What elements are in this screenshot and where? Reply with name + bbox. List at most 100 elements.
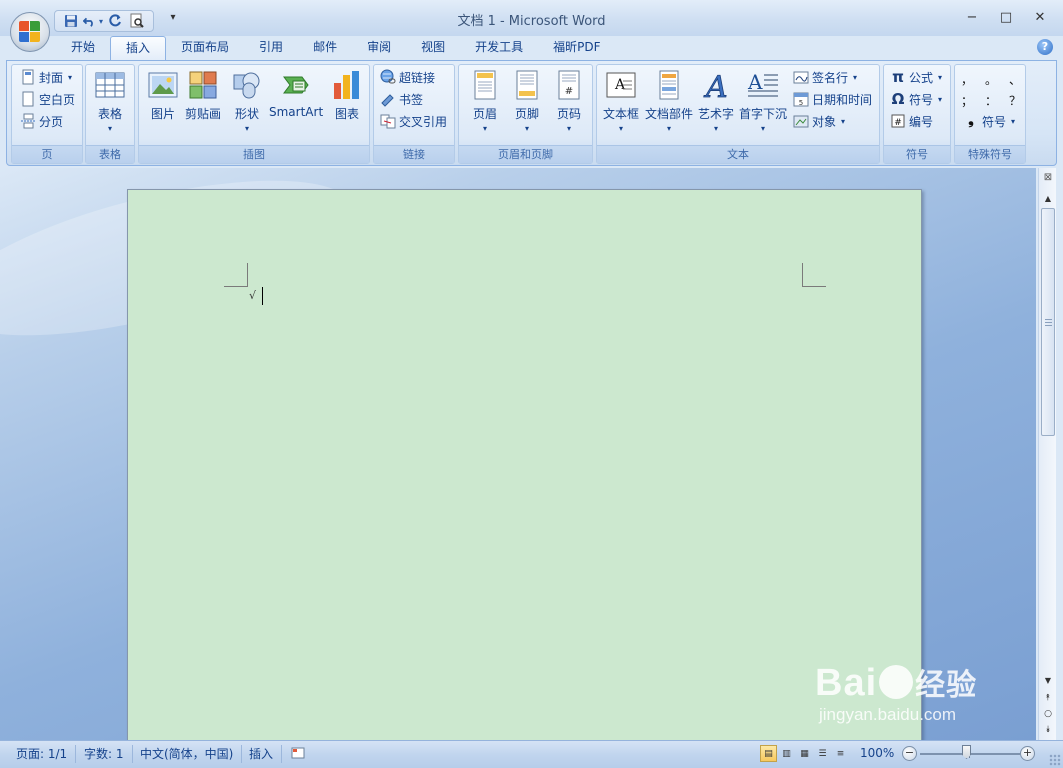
page-break-icon [20, 113, 36, 129]
tab-review[interactable]: 审阅 [352, 36, 406, 60]
office-logo-icon [19, 21, 41, 43]
wordart-button[interactable]: A 艺术字 ▾ [698, 69, 734, 134]
status-language[interactable]: 中文(简体，中国) [132, 745, 243, 763]
special-semicolon-button[interactable]: ； [961, 92, 973, 109]
group-pages: 封面 ▾ 空白页 分页 页 [11, 64, 83, 164]
signature-line-button[interactable]: 签名行 ▾ [793, 67, 857, 87]
textbox-label: 文本框 [603, 107, 640, 121]
web-layout-view-icon[interactable]: ▦ [796, 745, 813, 762]
view-ruler-icon[interactable]: ⊠ [1040, 172, 1056, 190]
numbering-button[interactable]: # 编号 [890, 111, 933, 131]
textbox-button[interactable]: A 文本框 ▾ [603, 69, 639, 134]
drop-cap-button[interactable]: A 首字下沉 ▾ [739, 69, 787, 134]
cross-reference-button[interactable]: 交叉引用 [380, 111, 447, 131]
symbol-label: 符号 [909, 92, 934, 107]
zoom-in-icon[interactable]: + [1020, 746, 1035, 761]
tab-foxit-pdf[interactable]: 福昕PDF [538, 36, 615, 60]
full-screen-reading-view-icon[interactable]: ▥ [778, 745, 795, 762]
print-layout-view-icon[interactable]: ▤ [760, 745, 777, 762]
page-number-button[interactable]: # 页码 ▾ [553, 69, 585, 134]
smartart-icon [280, 69, 312, 101]
cross-reference-icon [380, 113, 396, 129]
minimize-button[interactable]: − [955, 6, 989, 28]
select-browse-object-icon[interactable]: ○ [1040, 706, 1056, 722]
chart-icon [331, 69, 363, 101]
date-time-button[interactable]: 5 日期和时间 [793, 89, 872, 109]
document-page[interactable]: √ [127, 189, 922, 740]
office-button[interactable] [10, 12, 50, 52]
numbering-label: 编号 [909, 114, 934, 129]
group-links: 超链接 书签 交叉引用 链接 [373, 64, 455, 164]
special-colon-button[interactable]: ： [985, 92, 997, 109]
special-enum-comma-button[interactable]: 、 [1009, 71, 1021, 88]
bookmark-button[interactable]: 书签 [380, 89, 423, 109]
group-label-header-footer: 页眉和页脚 [459, 145, 592, 163]
scroll-thumb[interactable] [1041, 208, 1055, 436]
quick-parts-button[interactable]: 文档部件 ▾ [645, 69, 693, 134]
status-insert-mode[interactable]: 插入 [241, 745, 283, 763]
margin-corner-top-right [802, 263, 826, 287]
shapes-icon [231, 69, 263, 101]
group-text: A 文本框 ▾ 文档部件 ▾ A 艺术字 ▾ A 首字下沉 ▾ 签名行 ▾ 5 … [596, 64, 880, 164]
help-icon[interactable]: ? [1037, 39, 1053, 55]
special-period-button[interactable]: 。 [985, 71, 997, 88]
zoom-out-icon[interactable]: − [902, 746, 917, 761]
calendar-icon: 5 [793, 91, 809, 107]
equation-button[interactable]: π 公式 ▾ [890, 67, 942, 87]
draft-view-icon[interactable]: ≡ [832, 745, 849, 762]
tab-home[interactable]: 开始 [56, 36, 110, 60]
previous-page-icon[interactable]: ⯭ [1040, 690, 1056, 706]
signature-line-icon [793, 69, 809, 85]
close-button[interactable]: ✕ [1023, 6, 1057, 28]
tab-insert[interactable]: 插入 [110, 36, 167, 60]
chart-button[interactable]: 图表 [331, 69, 363, 122]
document-area: √ [0, 168, 1036, 740]
hyperlink-button[interactable]: 超链接 [380, 67, 435, 87]
picture-label: 图片 [150, 107, 175, 121]
clipart-button[interactable]: 剪贴画 [185, 69, 221, 122]
zoom-level[interactable]: 100% [860, 746, 894, 760]
numbering-icon: # [890, 113, 906, 129]
hyperlink-globe-icon [380, 69, 396, 85]
resize-grip-icon[interactable] [1049, 754, 1061, 766]
special-question-button[interactable]: ？ [1009, 92, 1021, 109]
page-number-label: 页码 [556, 107, 581, 121]
blank-page-icon [20, 91, 36, 107]
scroll-up-arrow-icon[interactable]: ▲ [1040, 192, 1056, 206]
shapes-button[interactable]: 形状 ▾ [231, 69, 263, 134]
macro-record-icon[interactable] [283, 745, 313, 763]
signature-line-label: 签名行 [812, 70, 849, 85]
table-button[interactable]: 表格 ▾ [94, 69, 126, 134]
cover-page-button[interactable]: 封面 ▾ [20, 67, 72, 87]
cover-page-icon [20, 69, 36, 85]
tab-mailings[interactable]: 邮件 [298, 36, 352, 60]
tab-references[interactable]: 引用 [244, 36, 298, 60]
tab-page-layout[interactable]: 页面布局 [166, 36, 244, 60]
header-button[interactable]: 页眉 ▾ [469, 69, 501, 134]
page-break-button[interactable]: 分页 [20, 111, 63, 131]
special-comma-button[interactable]: ， [961, 71, 973, 88]
status-word-count[interactable]: 字数: 1 [76, 745, 133, 763]
group-label-text: 文本 [597, 145, 879, 163]
tab-view[interactable]: 视图 [406, 36, 460, 60]
next-page-icon[interactable]: ⯯ [1040, 722, 1056, 738]
tab-developer[interactable]: 开发工具 [460, 36, 538, 60]
symbol-button[interactable]: Ω 符号 ▾ [890, 89, 942, 109]
picture-button[interactable]: 图片 [147, 69, 179, 122]
object-label: 对象 [812, 114, 837, 129]
blank-page-button[interactable]: 空白页 [20, 89, 75, 109]
omega-icon: Ω [891, 90, 905, 108]
vertical-scrollbar[interactable]: ⊠ ▲ ▼ ⯭ ○ ⯯ [1038, 168, 1056, 740]
svg-text:#: # [894, 118, 902, 128]
maximize-button[interactable]: □ [989, 6, 1023, 28]
object-button[interactable]: 对象 ▾ [793, 111, 845, 131]
footer-button[interactable]: 页脚 ▾ [511, 69, 543, 134]
status-page[interactable]: 页面: 1/1 [8, 745, 77, 763]
bookmark-icon [380, 91, 396, 107]
outline-view-icon[interactable]: ☰ [814, 745, 831, 762]
group-illustrations: 图片 剪贴画 形状 ▾ SmartArt 图表 插图 [138, 64, 370, 164]
paw-logo-icon [879, 665, 914, 699]
scroll-down-arrow-icon[interactable]: ▼ [1040, 674, 1056, 688]
special-symbol-button[interactable]: ❟ 符号 ▾ [963, 111, 1015, 131]
smartart-button[interactable]: SmartArt [269, 69, 323, 119]
